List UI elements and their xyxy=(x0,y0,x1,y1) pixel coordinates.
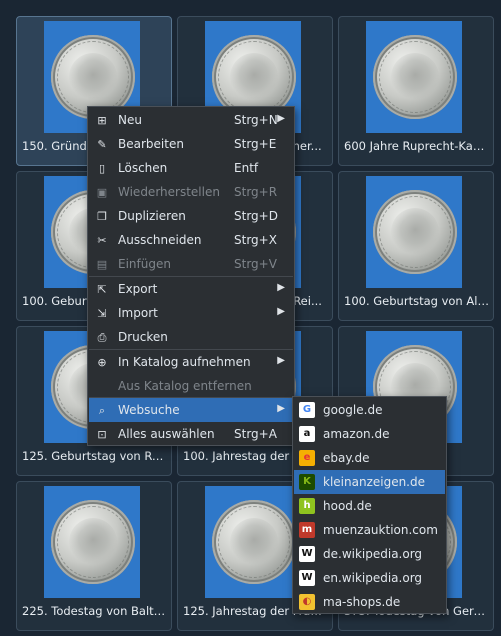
coin-thumbnail xyxy=(366,176,462,288)
menu-item-einfügen: ▤ Einfügen Strg+V xyxy=(89,252,293,276)
submenu-arrow-icon: ▶ xyxy=(277,355,285,366)
coin-image xyxy=(51,500,135,584)
menu-item-label: Websuche xyxy=(118,403,180,417)
menu-item-label: In Katalog aufnehmen xyxy=(118,355,251,369)
menu-item-alles-auswählen[interactable]: ⊡ Alles auswählen Strg+A xyxy=(89,422,293,446)
menu-item-shortcut: Entf xyxy=(234,161,259,175)
google-icon: G xyxy=(299,402,315,418)
submenu-arrow-icon: ▶ xyxy=(277,113,285,124)
catalog-remove-icon xyxy=(95,379,109,393)
menu-item-label: Import xyxy=(118,306,158,320)
coin-tile[interactable]: 100. Geburtstag von Albert... xyxy=(338,171,494,321)
coin-caption: 600 Jahre Ruprecht-Karls-... xyxy=(344,139,489,153)
websearch-item-ebay-de[interactable]: e ebay.de xyxy=(294,446,445,470)
menu-item-shortcut: Strg+R xyxy=(234,185,278,199)
catalog-add-icon: ⊕ xyxy=(97,355,107,369)
new-icon: ⊞ xyxy=(97,113,107,127)
websearch-item-google-de[interactable]: Ggoogle.de xyxy=(294,398,445,422)
coin-thumbnail xyxy=(366,21,462,133)
coin-image xyxy=(373,190,457,274)
menu-item-wiederherstellen: ▣ Wiederherstellen Strg+R xyxy=(89,180,293,204)
menu-item-duplizieren[interactable]: ❐ Duplizieren Strg+D xyxy=(89,204,293,228)
amazon-icon: a xyxy=(299,426,315,442)
menu-item-label: Wiederherstellen xyxy=(118,185,220,199)
menu-item-label: Bearbeiten xyxy=(118,137,184,151)
menu-item-ausschneiden[interactable]: ✂ Ausschneiden Strg+X xyxy=(89,228,293,252)
import-icon: ⇲ xyxy=(97,306,107,320)
coin-thumbnail xyxy=(44,486,140,598)
menu-item-aus-katalog-entfernen: Aus Katalog entfernen xyxy=(89,374,293,398)
websearch-item-label: amazon.de xyxy=(323,427,390,441)
kleinanzeigen-icon: K xyxy=(299,474,315,490)
web-search-icon: ⌕ xyxy=(98,403,106,417)
export-icon: ⇱ xyxy=(97,282,107,296)
websearch-item-label: en.wikipedia.org xyxy=(323,571,423,585)
ebay-icon: e xyxy=(299,450,315,466)
websearch-item-muenzauktion-com[interactable]: m muenzauktion.com xyxy=(294,518,445,542)
select-all-icon: ⊡ xyxy=(97,427,107,441)
websearch-item-ma-shops-de[interactable]: ◐ ma-shops.de xyxy=(294,590,445,614)
menu-item-shortcut: Strg+V xyxy=(234,257,277,271)
websearch-item-label: hood.de xyxy=(323,499,372,513)
websearch-submenu: Ggoogle.de a amazon.de e ebay.de Kkleinanzeig… xyxy=(292,396,447,614)
menu-item-shortcut: Strg+D xyxy=(234,209,278,223)
websearch-item-label: muenzauktion.com xyxy=(323,523,438,537)
coin-caption: 125. Geburtstag von Rober... xyxy=(22,449,167,463)
ma-shops-icon: ◐ xyxy=(299,594,315,610)
websearch-item-label: google.de xyxy=(323,403,383,417)
hood-icon: h xyxy=(299,498,315,514)
menu-item-websuche[interactable]: ⌕ Websuche ▶ xyxy=(89,398,293,422)
websearch-item-hood-de[interactable]: h hood.de xyxy=(294,494,445,518)
menu-item-label: Aus Katalog entfernen xyxy=(118,379,252,393)
delete-icon: ▯ xyxy=(98,161,106,175)
menu-item-drucken[interactable]: ⎙ Drucken xyxy=(89,325,293,349)
menu-item-import[interactable]: ⇲ Import ▶ xyxy=(89,301,293,325)
menu-item-bearbeiten[interactable]: ✎ Bearbeiten Strg+E xyxy=(89,132,293,156)
websearch-item-amazon-de[interactable]: a amazon.de xyxy=(294,422,445,446)
menu-item-label: Export xyxy=(118,282,158,296)
websearch-item-de-wikipedia-org[interactable]: Wde.wikipedia.org xyxy=(294,542,445,566)
menu-item-label: Alles auswählen xyxy=(118,427,215,441)
coin-caption: 225. Todestag von Balthas... xyxy=(22,604,167,618)
cut-icon: ✂ xyxy=(97,233,107,247)
edit-icon: ✎ xyxy=(97,137,107,151)
submenu-arrow-icon: ▶ xyxy=(277,282,285,293)
context-menu: ⊞ Neu Strg+N ▶ ✎ Bearbeiten Strg+E ▯ Löschen Entf… xyxy=(87,106,295,446)
websearch-item-en-wikipedia-org[interactable]: Wen.wikipedia.org xyxy=(294,566,445,590)
websearch-item-kleinanzeigen-de[interactable]: Kkleinanzeigen.de xyxy=(294,470,445,494)
menu-item-in-katalog-aufnehmen[interactable]: ⊕ In Katalog aufnehmen ▶ xyxy=(89,350,293,374)
submenu-arrow-icon: ▶ xyxy=(277,306,285,317)
duplicate-icon: ❐ xyxy=(97,209,107,223)
coin-caption: 100. Geburtstag von Albert... xyxy=(344,294,489,308)
menu-item-label: Neu xyxy=(118,113,142,127)
websearch-item-label: ebay.de xyxy=(323,451,370,465)
restore-icon: ▣ xyxy=(96,185,108,199)
menu-item-shortcut: Strg+X xyxy=(234,233,277,247)
print-icon: ⎙ xyxy=(97,330,107,344)
coin-tile[interactable]: 600 Jahre Ruprecht-Karls-... xyxy=(338,16,494,166)
coin-tile[interactable]: 225. Todestag von Balthas... xyxy=(16,481,172,631)
websearch-item-label: de.wikipedia.org xyxy=(323,547,423,561)
menu-item-label: Einfügen xyxy=(118,257,171,271)
websearch-item-label: kleinanzeigen.de xyxy=(323,475,425,489)
coin-image xyxy=(212,500,296,584)
menu-item-label: Duplizieren xyxy=(118,209,186,223)
menu-item-label: Ausschneiden xyxy=(118,233,202,247)
submenu-arrow-icon: ▶ xyxy=(277,403,285,414)
muenzauktion-icon: m xyxy=(299,522,315,538)
websearch-item-label: ma-shops.de xyxy=(323,595,401,609)
wikipedia-icon: W xyxy=(299,546,315,562)
menu-item-neu[interactable]: ⊞ Neu Strg+N ▶ xyxy=(89,108,293,132)
menu-item-shortcut: Strg+A xyxy=(234,427,277,441)
paste-icon: ▤ xyxy=(96,257,108,271)
menu-item-shortcut: Strg+E xyxy=(234,137,277,151)
menu-item-label: Löschen xyxy=(118,161,168,175)
coin-thumbnail xyxy=(205,486,301,598)
menu-item-export[interactable]: ⇱ Export ▶ xyxy=(89,277,293,301)
menu-item-löschen[interactable]: ▯ Löschen Entf xyxy=(89,156,293,180)
coin-image xyxy=(373,35,457,119)
menu-item-label: Drucken xyxy=(118,330,168,344)
wikipedia-icon: W xyxy=(299,570,315,586)
